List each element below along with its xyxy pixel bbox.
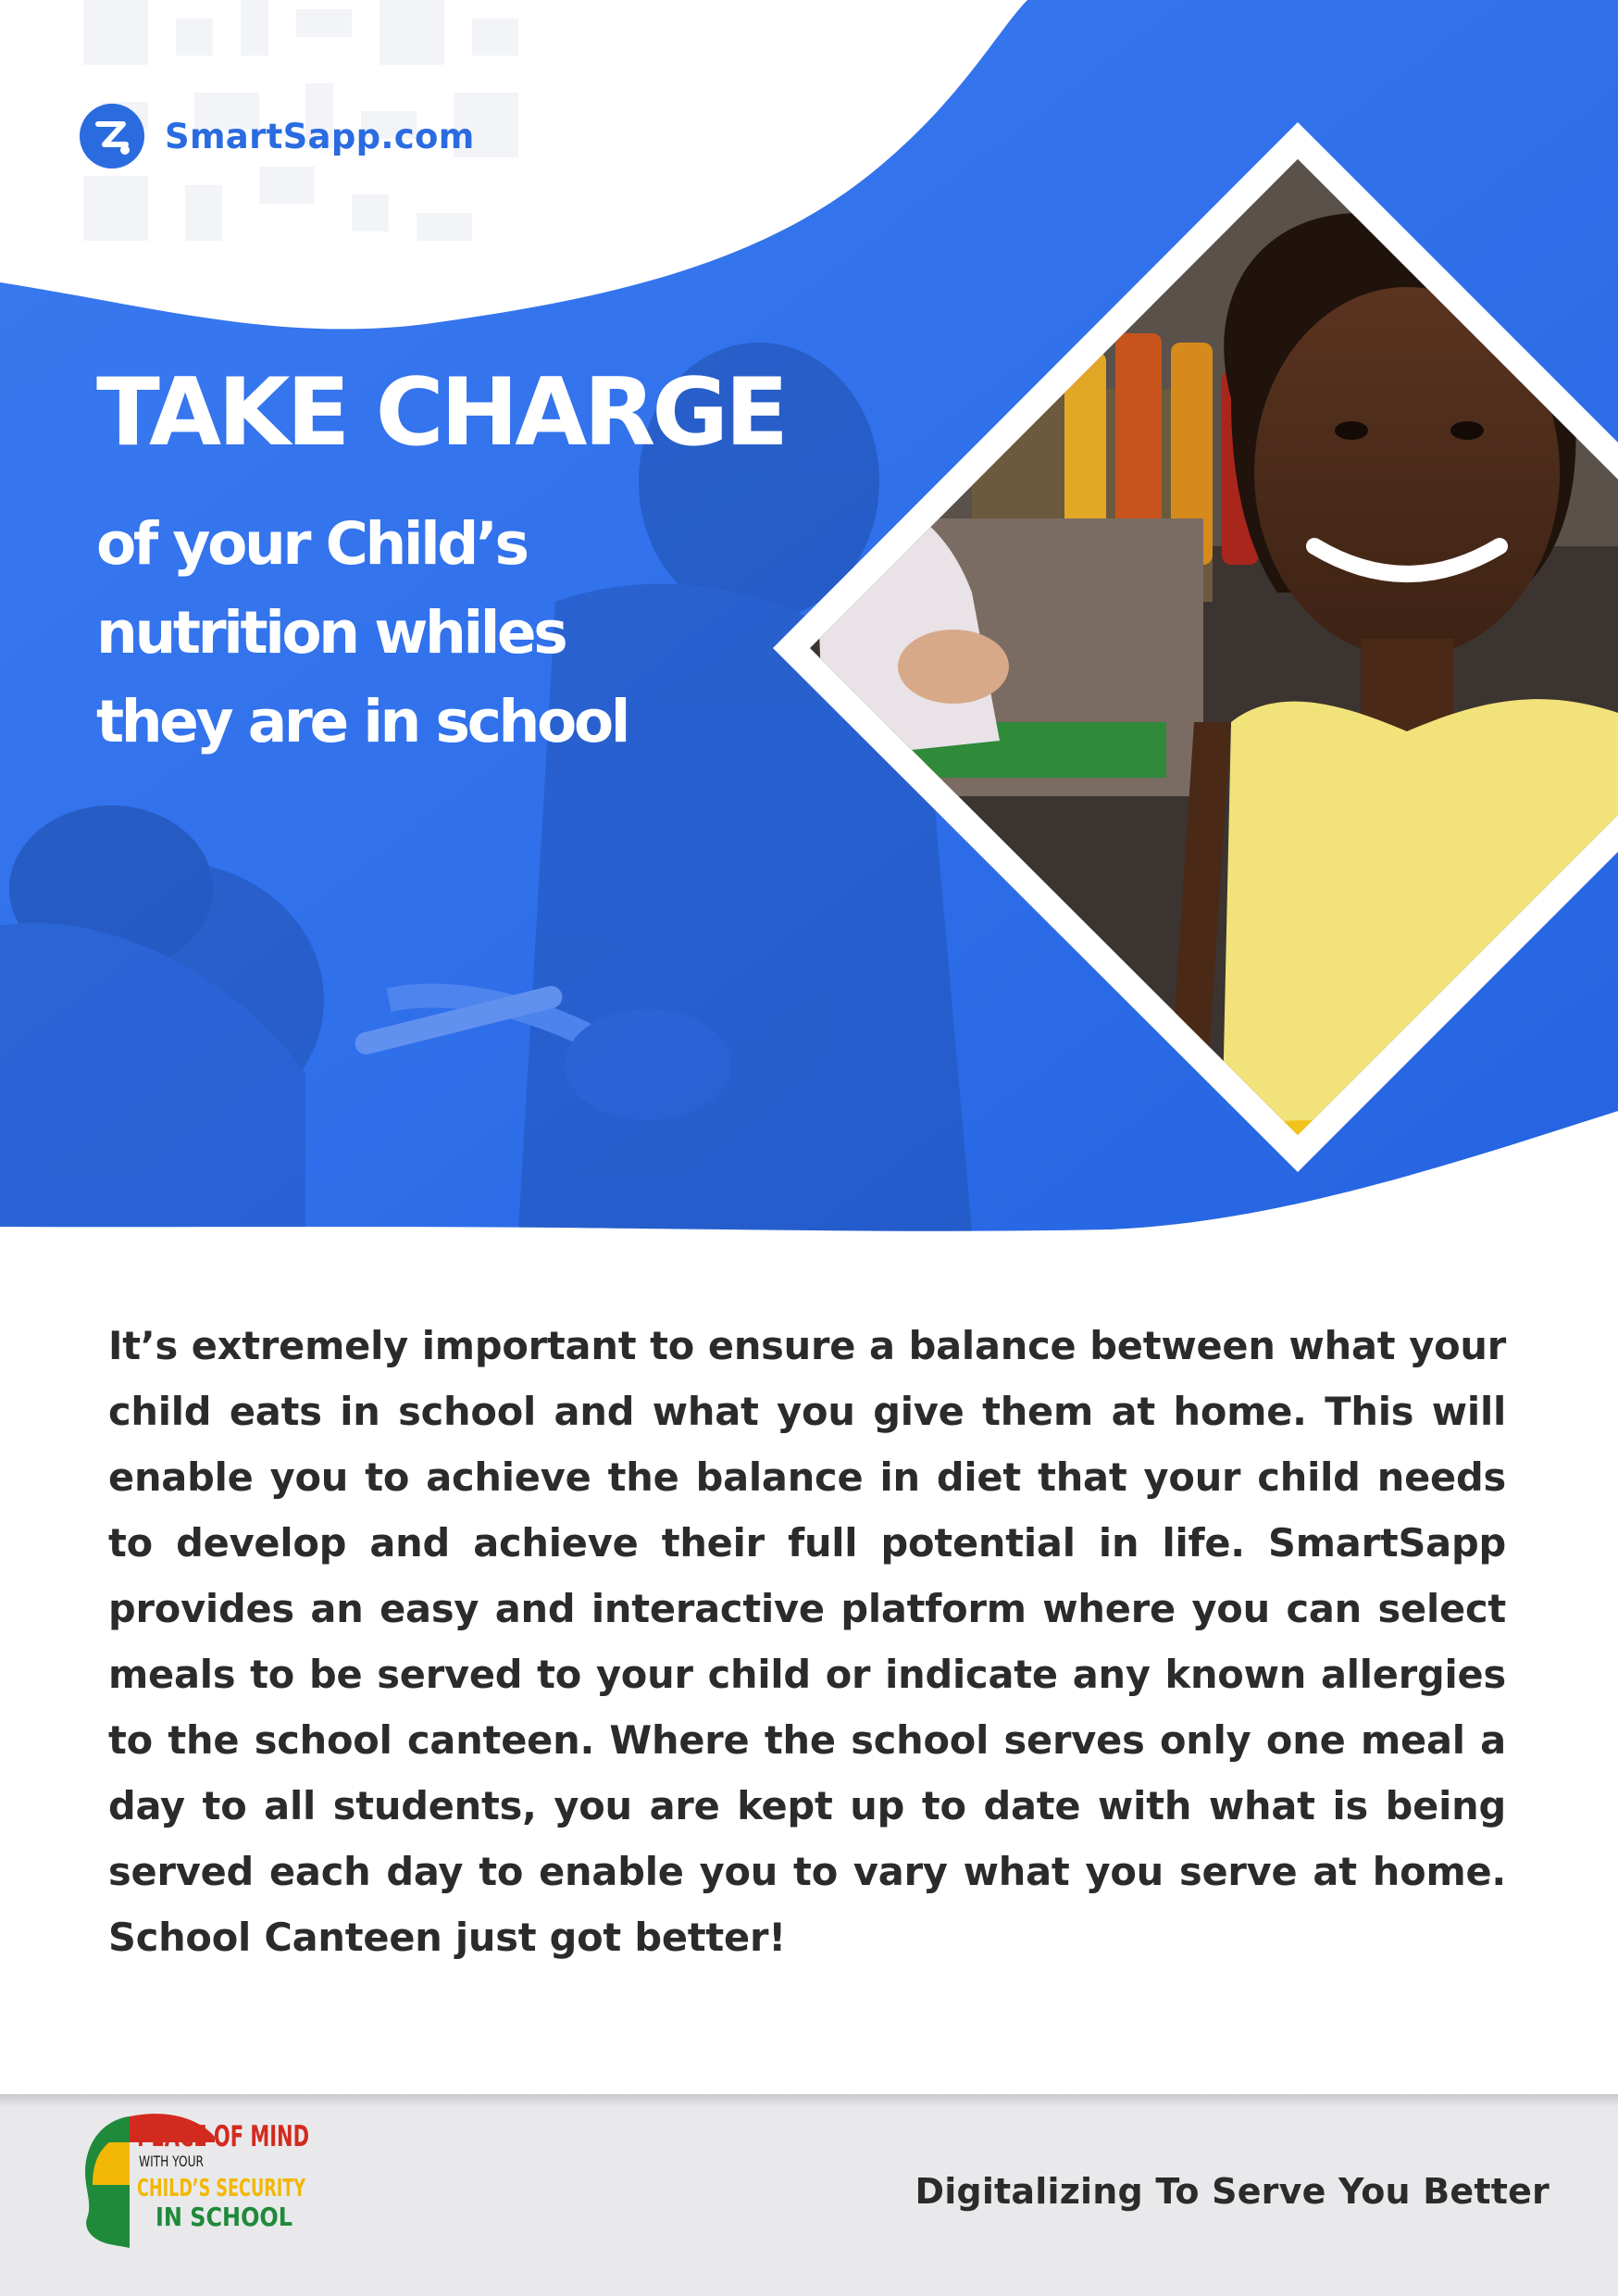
headline-sub: of your Child’s nutrition whiles they ar…: [96, 500, 929, 767]
badge-line-2: WITH YOUR: [139, 2152, 204, 2170]
headline-sub-line: of your Child’s: [96, 510, 529, 579]
smartsapp-logo-icon: [80, 104, 144, 168]
footer-tagline: Digitalizing To Serve You Better: [915, 2171, 1550, 2212]
flyer-page: SmartSapp.com TAKE CHARGE of your Child’…: [0, 0, 1618, 2296]
hero-headline: TAKE CHARGE of your Child’s nutrition wh…: [96, 363, 929, 767]
badge-line-1: PEACE OF MIND: [137, 2120, 309, 2153]
badge-line-3: CHILD’S SECURITY: [137, 2175, 306, 2202]
brand-name: SmartSapp.com: [165, 116, 475, 156]
headline-main: TAKE CHARGE: [96, 357, 789, 467]
badge-line-4: IN SCHOOL: [156, 2202, 292, 2232]
body-paragraph: It’s extremely important to ensure a bal…: [108, 1323, 1506, 1960]
headline-sub-line: nutrition whiles: [96, 599, 568, 668]
peace-of-mind-badge: PEACE OF MIND WITH YOUR CHILD’S SECURITY…: [85, 2114, 309, 2248]
headline-sub-line: they are in school: [96, 688, 630, 756]
brand-header[interactable]: SmartSapp.com: [80, 104, 475, 168]
